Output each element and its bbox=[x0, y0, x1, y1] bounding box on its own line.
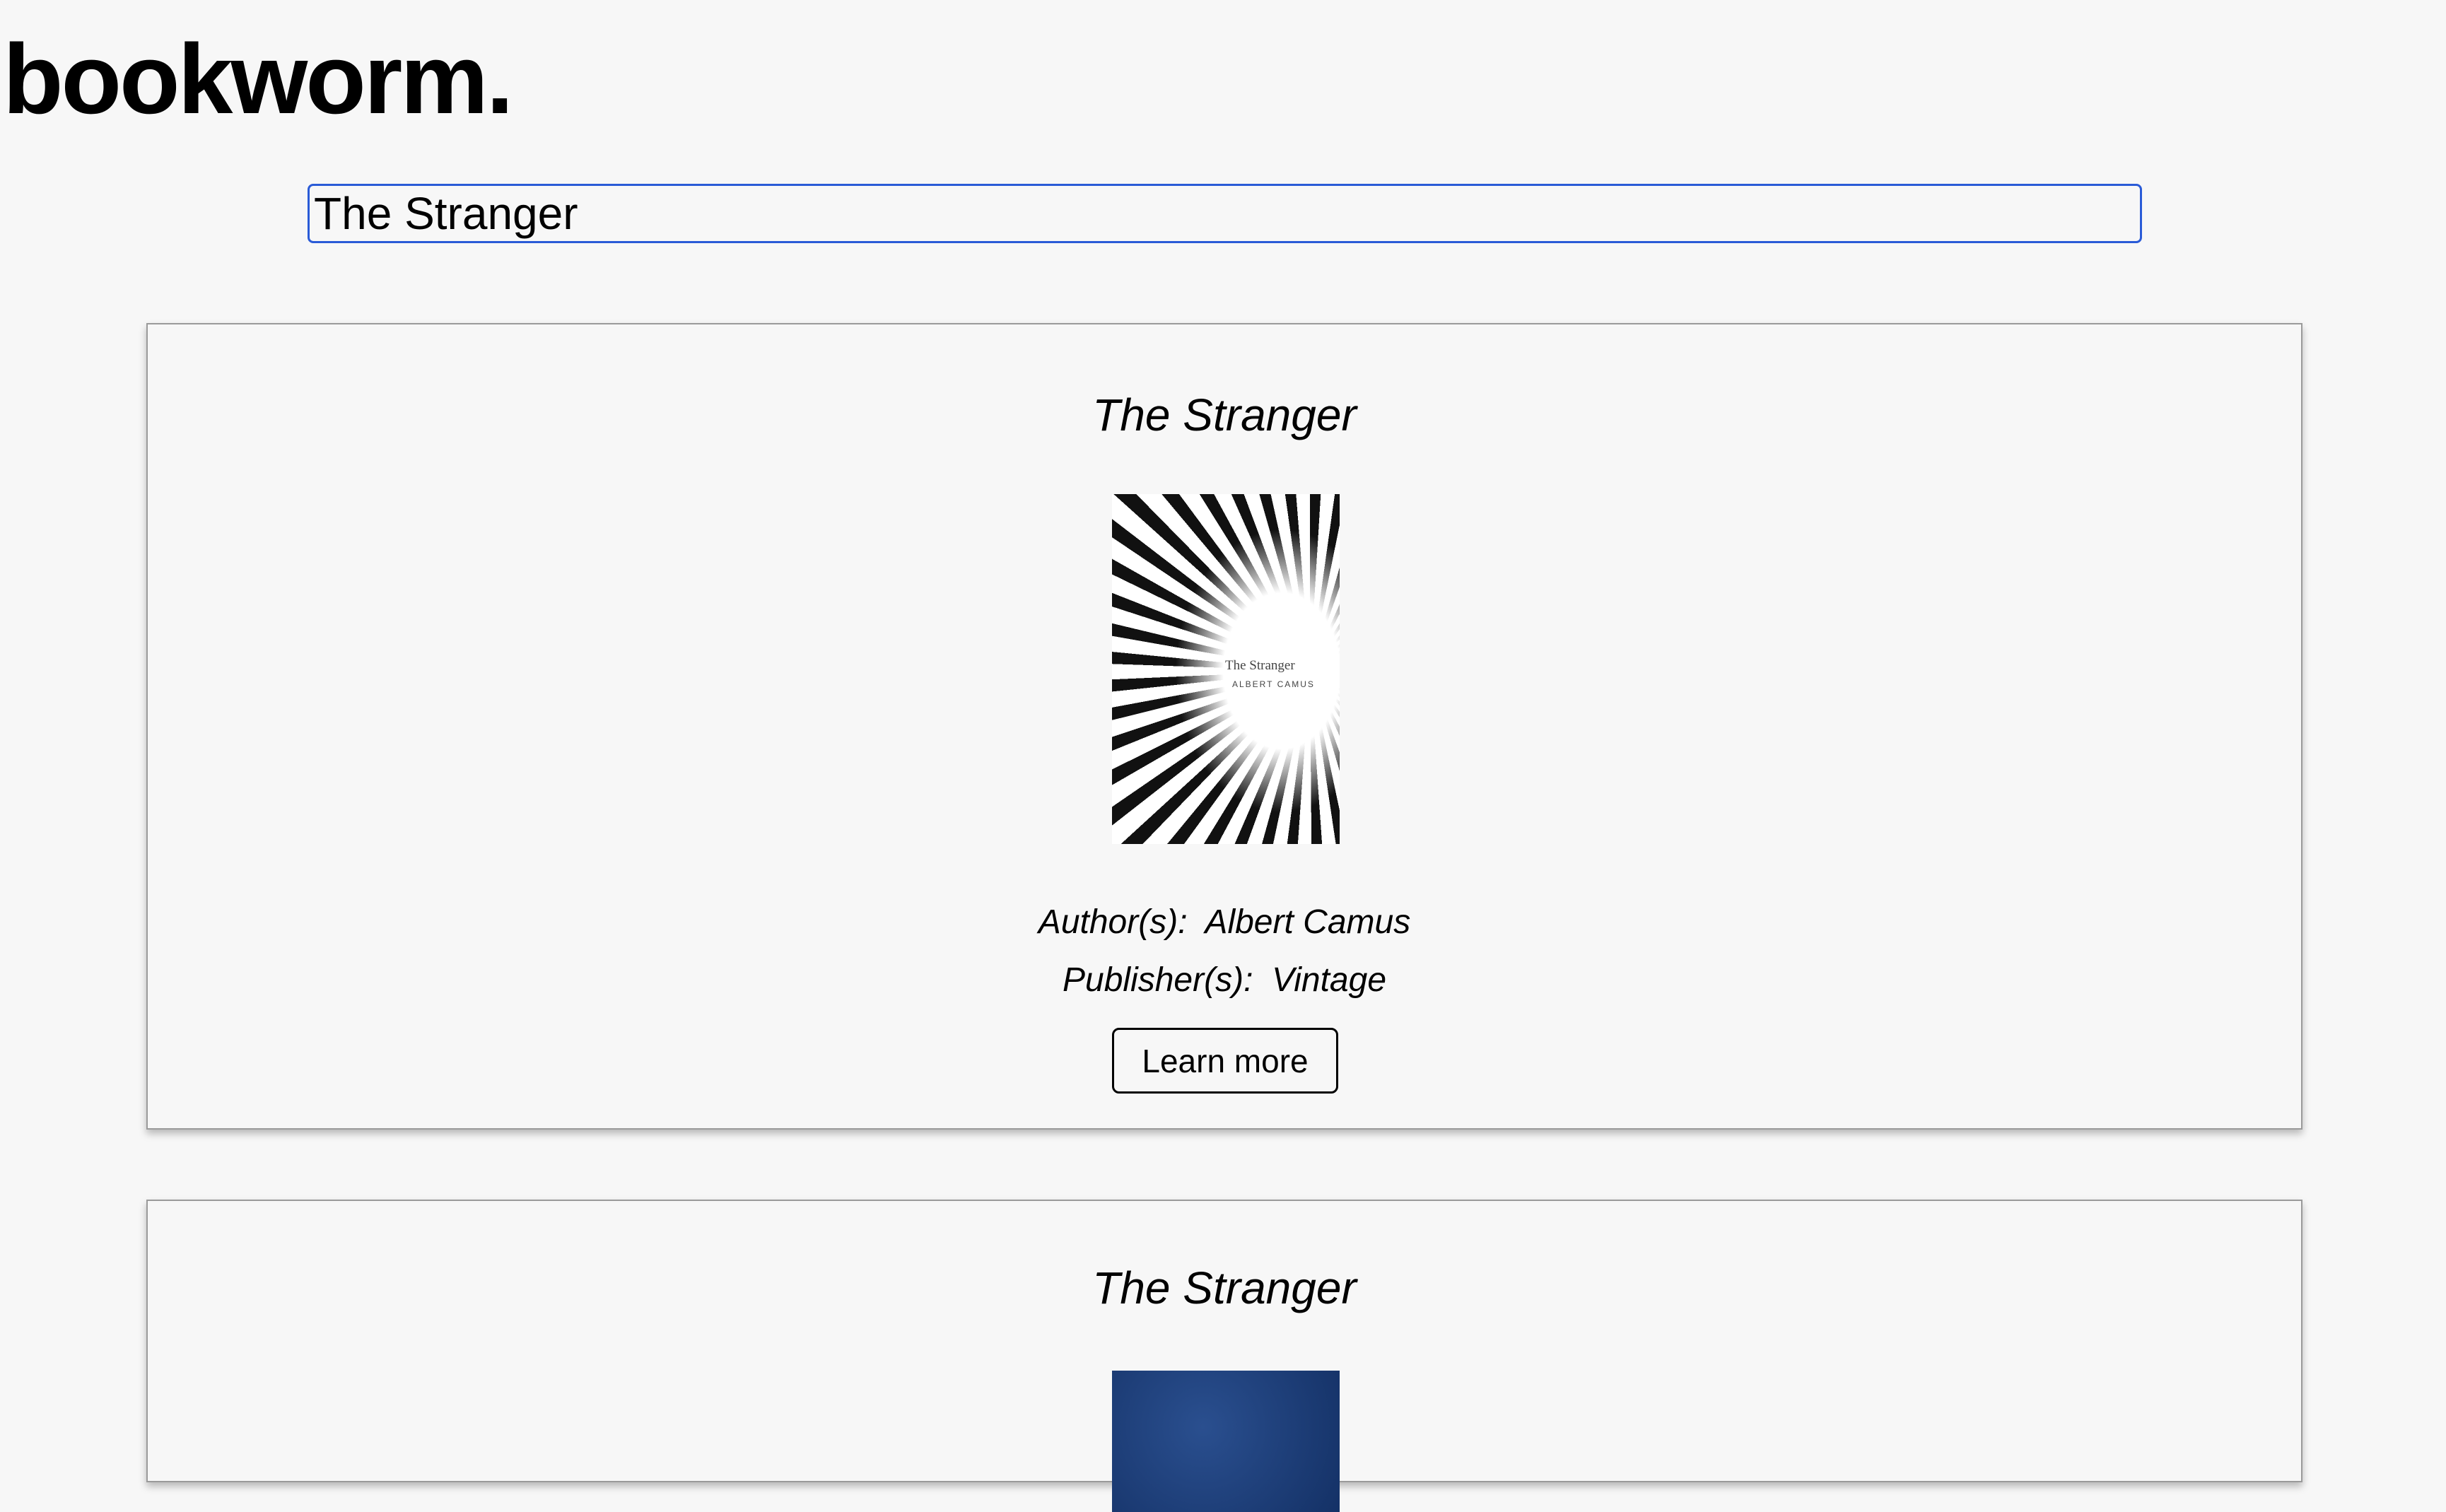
app-logo: bookworm. bbox=[3, 23, 514, 134]
cover-title: The Stranger bbox=[1225, 658, 1295, 673]
book-title: The Stranger bbox=[1092, 389, 1357, 440]
book-title: The Stranger bbox=[1092, 1262, 1357, 1313]
learn-more-button[interactable]: Learn more bbox=[1112, 1028, 1338, 1094]
book-card: The Stranger bbox=[146, 1200, 2302, 1512]
author-line: Author(s): Albert Camus bbox=[148, 906, 2301, 939]
book-cover-image: The Stranger ALBERT CAMUS bbox=[1112, 494, 1340, 844]
book-cover-image bbox=[1112, 1371, 1340, 1512]
publisher-label: Publisher(s): bbox=[1062, 961, 1253, 999]
publisher-value: Vintage bbox=[1272, 961, 1387, 999]
author-value: Albert Camus bbox=[1205, 903, 1411, 941]
search-input[interactable] bbox=[308, 184, 2142, 243]
author-label: Author(s): bbox=[1038, 903, 1188, 941]
cover-author: ALBERT CAMUS bbox=[1232, 679, 1315, 689]
book-card: The Stranger The Stranger ALBERT CAMUS A… bbox=[146, 323, 2302, 1130]
publisher-line: Publisher(s): Vintage bbox=[148, 963, 2301, 997]
